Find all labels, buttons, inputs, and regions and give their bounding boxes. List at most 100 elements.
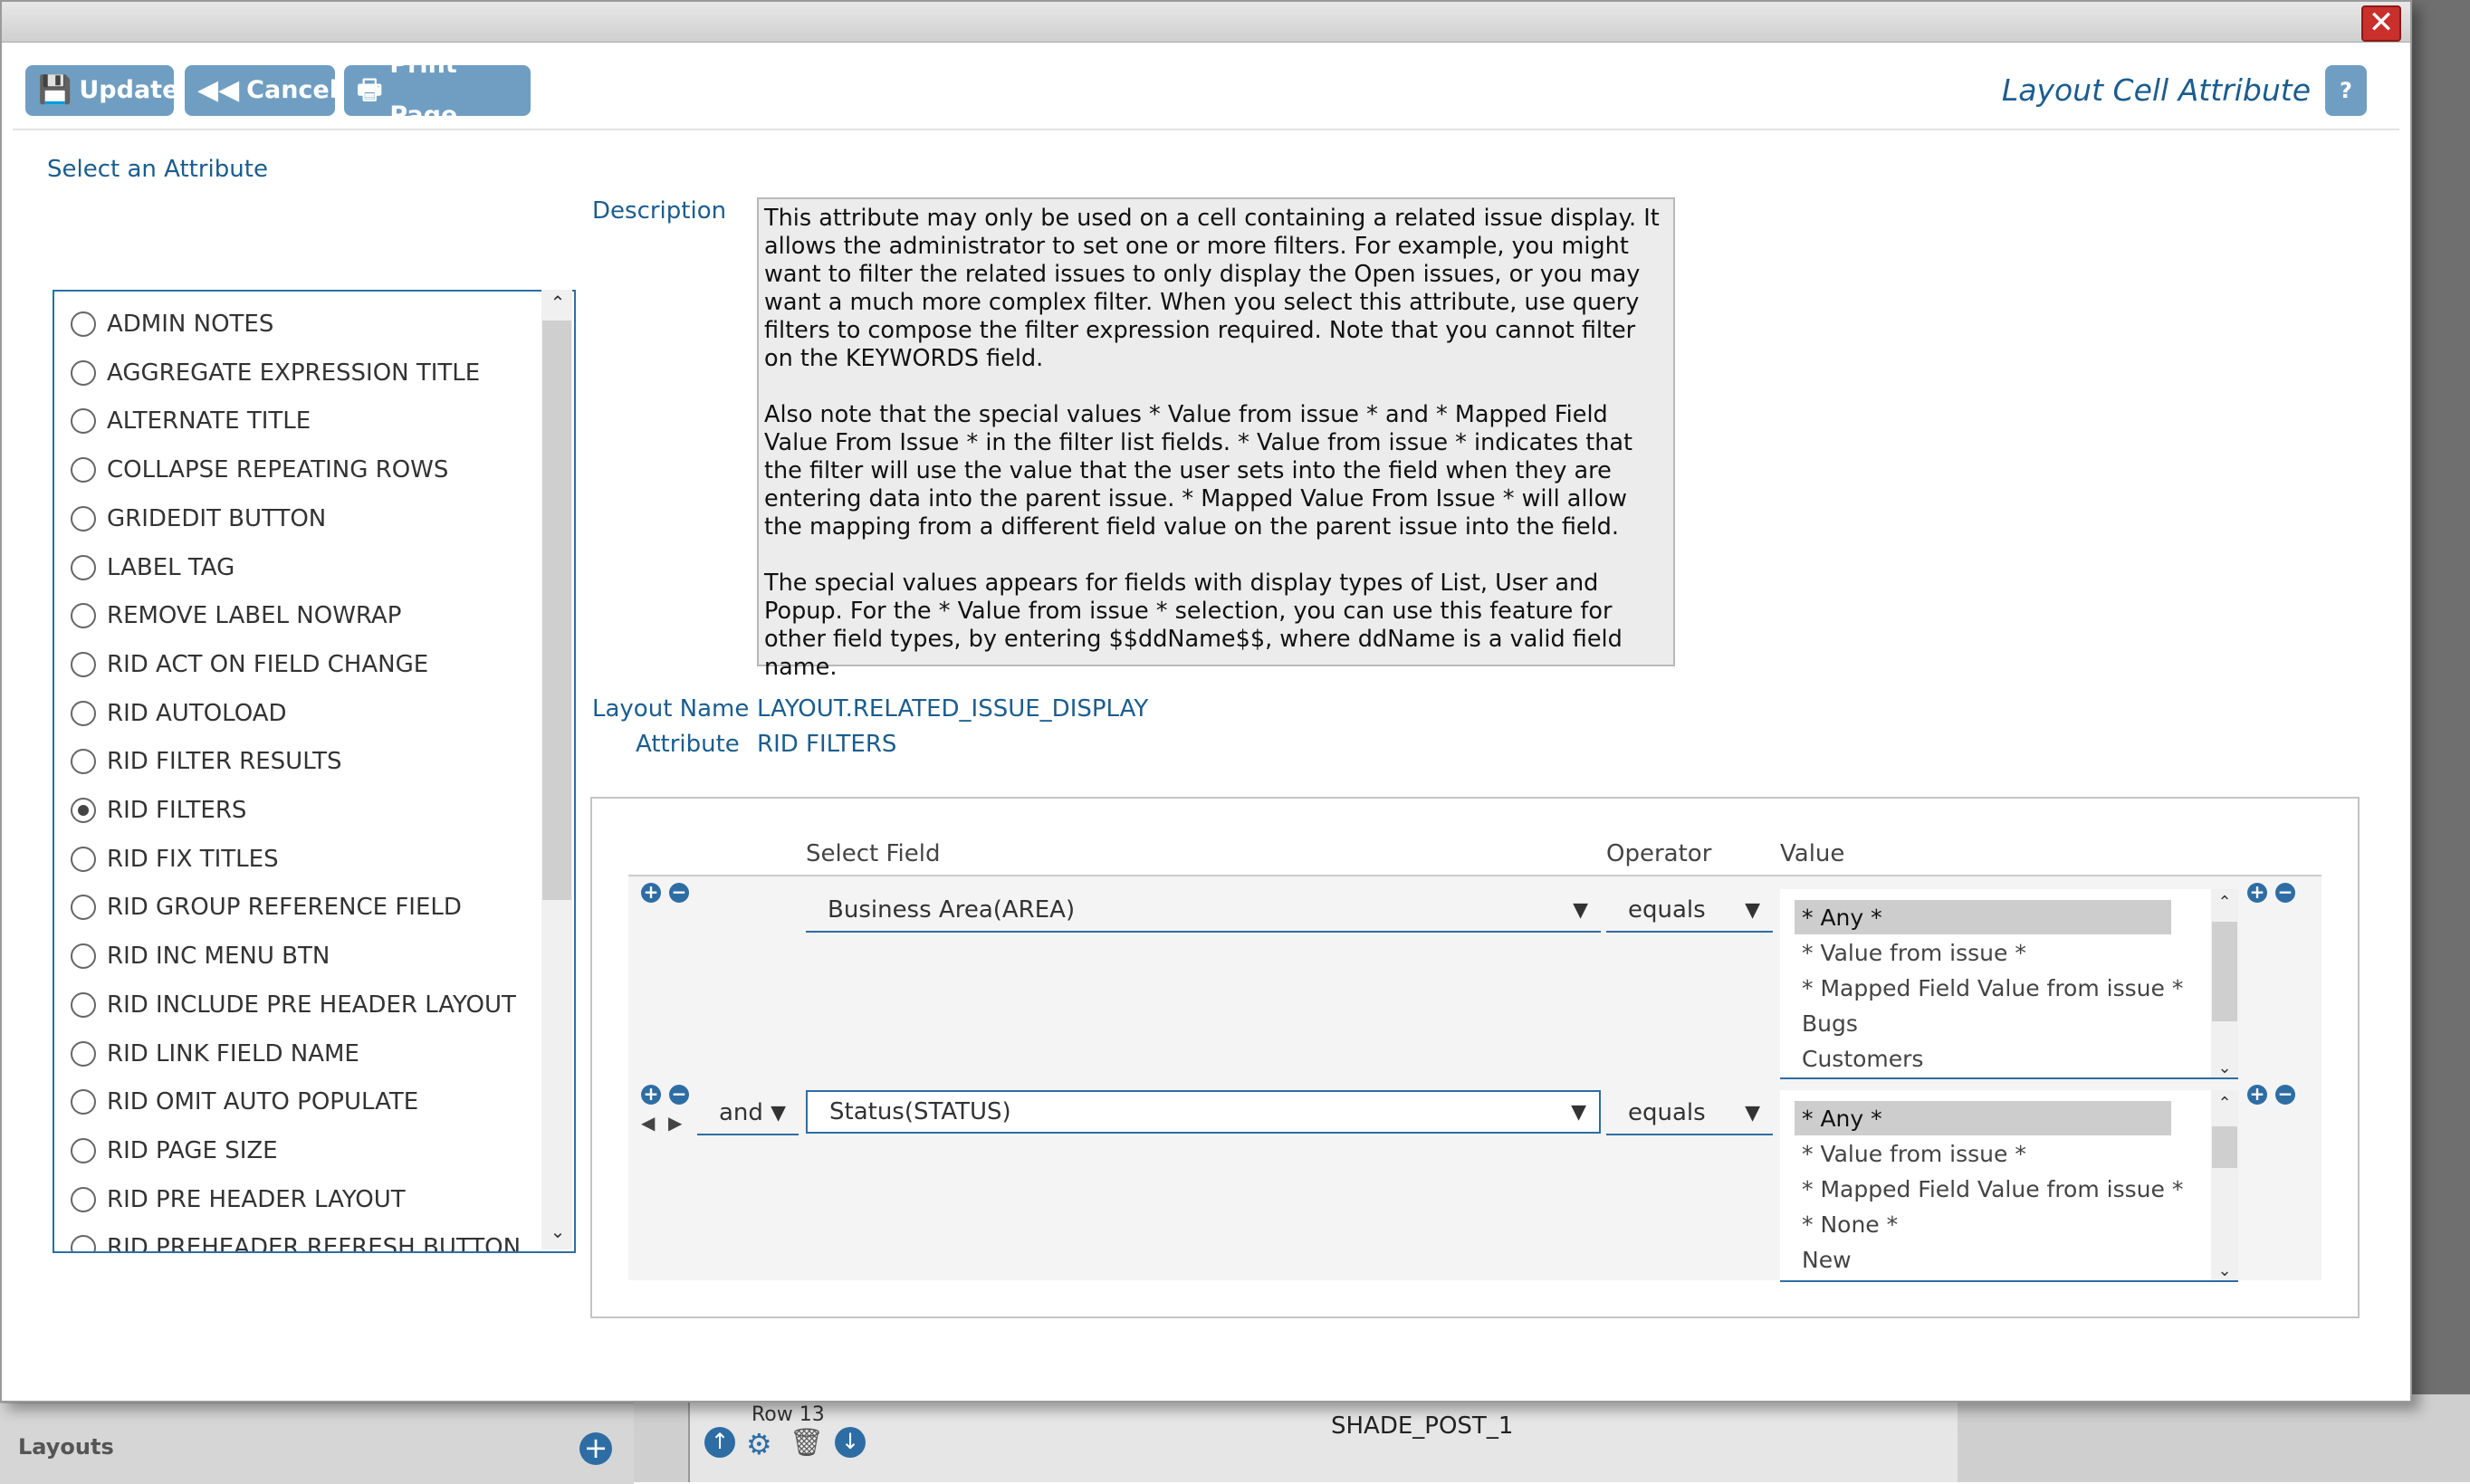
add-condition-icon[interactable]: +	[2247, 1085, 2267, 1105]
value-option[interactable]: * None *	[1795, 1207, 1898, 1241]
radio-unchecked-icon[interactable]	[71, 554, 96, 580]
attribute-option[interactable]: RID FIX TITLES	[71, 841, 279, 877]
radio-unchecked-icon[interactable]	[71, 1235, 96, 1251]
radio-unchecked-icon[interactable]	[71, 895, 96, 921]
scroll-down-icon[interactable]: ⌄	[2211, 1261, 2238, 1280]
attribute-option[interactable]: ALTERNATE TITLE	[71, 403, 311, 439]
field-select-value: Status(STATUS)	[829, 1098, 1011, 1125]
add-layout-icon[interactable]: +	[579, 1432, 612, 1465]
help-button[interactable]: ?	[2325, 65, 2367, 116]
attribute-option[interactable]: AGGREGATE EXPRESSION TITLE	[71, 355, 480, 391]
radio-unchecked-icon[interactable]	[71, 359, 96, 386]
radio-unchecked-icon[interactable]	[71, 991, 96, 1018]
radio-unchecked-icon[interactable]	[71, 651, 96, 677]
cancel-button[interactable]: ◀◀ Cancel	[185, 65, 338, 116]
move-left-icon[interactable]: ◀	[641, 1112, 655, 1134]
value-option[interactable]: * Mapped Field Value from issue *	[1795, 1172, 2183, 1206]
attribute-option[interactable]: ADMIN NOTES	[71, 306, 273, 342]
attribute-option[interactable]: REMOVE LABEL NOWRAP	[71, 598, 401, 634]
scroll-up-icon[interactable]: ⌃	[2211, 1094, 2238, 1113]
radio-unchecked-icon[interactable]	[71, 408, 96, 435]
add-filter-row-icon[interactable]: +	[641, 1085, 661, 1105]
scroll-down-icon[interactable]: ⌄	[2211, 1058, 2238, 1077]
attribute-option[interactable]: RID OMIT AUTO POPULATE	[71, 1084, 418, 1120]
radio-unchecked-icon[interactable]	[71, 749, 96, 775]
remove-condition-icon[interactable]: −	[2275, 883, 2295, 903]
add-condition-icon[interactable]: +	[2247, 883, 2267, 903]
value-option[interactable]: Customers	[1795, 1041, 1923, 1076]
value-list-scroll-thumb[interactable]	[2212, 922, 2237, 1021]
move-up-icon[interactable]: ↑	[704, 1427, 735, 1458]
value-option[interactable]: * Mapped Field Value from issue *	[1795, 971, 2183, 1005]
operator-select-row-1[interactable]: equals ▼	[1606, 889, 1773, 933]
value-option[interactable]: * Any *	[1795, 1101, 2171, 1135]
attribute-list-scroll-thumb[interactable]	[542, 321, 571, 900]
value-list-scroll-thumb[interactable]	[2212, 1126, 2237, 1168]
attribute-option[interactable]: RID LINK FIELD NAME	[71, 1036, 359, 1072]
radio-unchecked-icon[interactable]	[71, 846, 96, 872]
radio-unchecked-icon[interactable]	[71, 505, 96, 531]
attribute-option[interactable]: COLLAPSE REPEATING ROWS	[71, 452, 448, 488]
attribute-value: RID FILTERS	[757, 731, 897, 758]
gear-icon[interactable]: ⚙	[746, 1427, 772, 1461]
layout-name-value: LAYOUT.RELATED_ISSUE_DISPLAY	[757, 695, 1149, 723]
print-page-button[interactable]: 🖶 Print Page	[344, 51, 531, 129]
value-option[interactable]: * Any *	[1795, 900, 2171, 934]
radio-unchecked-icon[interactable]	[71, 1040, 96, 1067]
update-button[interactable]: 💾 Update	[25, 65, 178, 116]
attribute-option[interactable]: RID GROUP REFERENCE FIELD	[71, 889, 462, 925]
operator-select-row-2[interactable]: equals ▼	[1606, 1092, 1773, 1135]
dialog-titlebar[interactable]	[2, 2, 2410, 43]
value-list-row-1[interactable]: * Any * * Value from issue * * Mapped Fiel…	[1780, 889, 2238, 1079]
attribute-option[interactable]: GRIDEDIT BUTTON	[71, 501, 326, 537]
remove-filter-row-icon[interactable]: −	[669, 1085, 689, 1105]
attribute-option[interactable]: RID PAGE SIZE	[71, 1133, 278, 1169]
value-list-row-2[interactable]: * Any * * Value from issue * * Mapped Fiel…	[1780, 1090, 2238, 1282]
attribute-option[interactable]: RID PREHEADER REFRESH BUTTON	[71, 1230, 521, 1251]
move-right-icon[interactable]: ▶	[668, 1112, 682, 1134]
radio-unchecked-icon[interactable]	[71, 603, 96, 629]
attribute-option[interactable]: RID INCLUDE PRE HEADER LAYOUT	[71, 987, 516, 1023]
radio-unchecked-icon[interactable]	[71, 1186, 96, 1212]
field-select-value: Business Area(AREA)	[828, 896, 1076, 924]
layout-name-label: Layout Name	[592, 695, 750, 723]
field-select-row-1[interactable]: Business Area(AREA) ▼	[806, 889, 1601, 933]
attribute-option[interactable]: RID ACT ON FIELD CHANGE	[71, 646, 428, 683]
attribute-option-label: ADMIN NOTES	[107, 311, 274, 338]
attribute-option[interactable]: LABEL TAG	[71, 550, 235, 586]
trash-icon[interactable]: 🗑	[790, 1427, 824, 1459]
radio-unchecked-icon[interactable]	[71, 1137, 96, 1163]
field-select-row-2[interactable]: Status(STATUS) ▼	[806, 1090, 1601, 1134]
scroll-down-icon[interactable]: ⌄	[542, 1221, 573, 1242]
radio-unchecked-icon[interactable]	[71, 311, 96, 337]
attribute-option[interactable]: RID INC MENU BTN	[71, 938, 330, 974]
attribute-option[interactable]: RID FILTER RESULTS	[71, 743, 342, 780]
value-option[interactable]: New	[1795, 1242, 1852, 1277]
attribute-option[interactable]: RID AUTOLOAD	[71, 695, 287, 732]
value-list-scrollbar[interactable]	[2211, 1090, 2238, 1280]
radio-checked-icon[interactable]	[71, 798, 96, 823]
move-down-icon[interactable]: ↓	[835, 1427, 866, 1458]
value-option[interactable]: Bugs	[1795, 1006, 1858, 1040]
value-option[interactable]: * Value from issue *	[1795, 935, 2026, 970]
scroll-up-icon[interactable]: ⌃	[542, 292, 573, 313]
radio-unchecked-icon[interactable]	[71, 700, 96, 726]
layout-cell-attribute-dialog: ✕ 💾 Update ◀◀ Cancel 🖶 Print Page Layout…	[0, 0, 2412, 1403]
radio-unchecked-icon[interactable]	[71, 943, 96, 970]
radio-unchecked-icon[interactable]	[71, 1089, 96, 1115]
description-paragraph-1: This attribute may only be used on a cel…	[764, 205, 1660, 372]
value-option[interactable]: * Value from issue *	[1795, 1136, 2026, 1171]
remove-condition-icon[interactable]: −	[2275, 1085, 2295, 1105]
close-button[interactable]: ✕	[2361, 5, 2401, 42]
connector-select-row-2[interactable]: and ▼	[697, 1092, 799, 1135]
add-filter-row-icon[interactable]: +	[641, 883, 661, 903]
row-label: Row 13	[752, 1403, 825, 1426]
scroll-up-icon[interactable]: ⌃	[2211, 893, 2238, 912]
dropdown-arrow-icon: ▼	[1745, 1101, 1760, 1125]
radio-unchecked-icon[interactable]	[71, 457, 96, 483]
remove-filter-row-icon[interactable]: −	[669, 883, 689, 903]
attribute-option[interactable]: RID PRE HEADER LAYOUT	[71, 1182, 406, 1218]
attribute-option[interactable]: RID FILTERS	[71, 792, 246, 828]
attribute-list[interactable]: ADMIN NOTES AGGREGATE EXPRESSION TITLE ALT…	[53, 290, 576, 1253]
attribute-option-label: RID FILTERS	[107, 797, 247, 824]
